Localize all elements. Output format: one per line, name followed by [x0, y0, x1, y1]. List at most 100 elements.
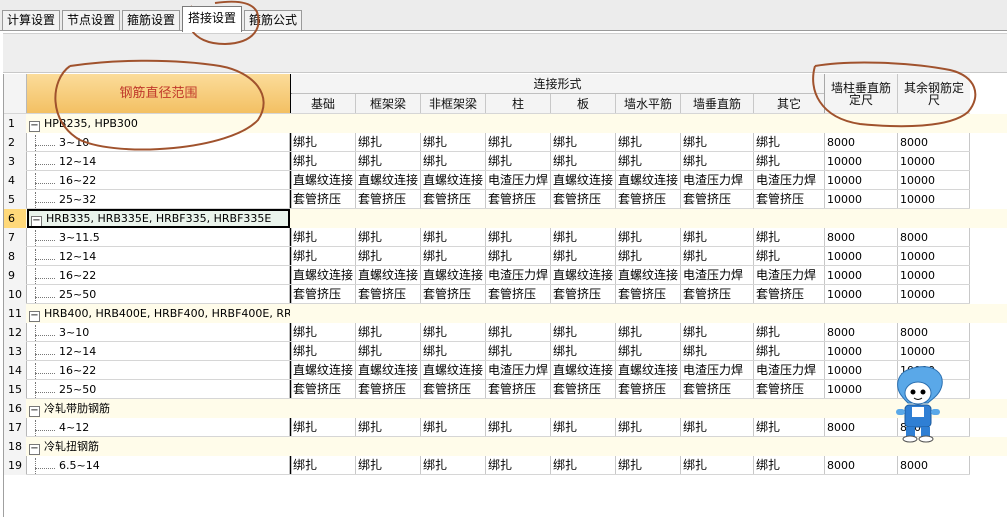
- cell-slab[interactable]: 绑扎: [551, 342, 616, 361]
- cell-other-length[interactable]: 8000: [898, 228, 970, 247]
- row-number[interactable]: 18: [4, 437, 26, 456]
- cell-other[interactable]: 套管挤压: [754, 380, 825, 399]
- cell-wall-horizontal[interactable]: 绑扎: [616, 418, 681, 437]
- cell-wall-length[interactable]: 10000: [825, 342, 898, 361]
- cell-wall-vertical[interactable]: 绑扎: [681, 342, 754, 361]
- cell-column[interactable]: 套管挤压: [486, 285, 551, 304]
- cell-nonframe-beam[interactable]: 绑扎: [421, 228, 486, 247]
- row-number[interactable]: 14: [4, 361, 26, 380]
- row-number[interactable]: 19: [4, 456, 26, 475]
- cell-foundation[interactable]: 绑扎: [291, 247, 356, 266]
- cell-wall-vertical[interactable]: 套管挤压: [681, 190, 754, 209]
- cell-other-length[interactable]: 8000: [898, 418, 970, 437]
- cell-column[interactable]: 电渣压力焊: [486, 266, 551, 285]
- cell-wall-vertical[interactable]: 绑扎: [681, 228, 754, 247]
- cell-column[interactable]: 绑扎: [486, 133, 551, 152]
- row-number[interactable]: 2: [4, 133, 26, 152]
- cell-slab[interactable]: 绑扎: [551, 418, 616, 437]
- cell-other[interactable]: 电渣压力焊: [754, 266, 825, 285]
- tab-node-settings[interactable]: 节点设置: [62, 10, 120, 30]
- cell-wall-length[interactable]: 10000: [825, 247, 898, 266]
- cell-wall-horizontal[interactable]: 绑扎: [616, 323, 681, 342]
- collapse-icon[interactable]: −: [29, 444, 40, 455]
- cell-wall-horizontal[interactable]: 套管挤压: [616, 285, 681, 304]
- cell-wall-length[interactable]: 10000: [825, 380, 898, 399]
- cell-other[interactable]: 套管挤压: [754, 285, 825, 304]
- cell-other[interactable]: 绑扎: [754, 133, 825, 152]
- tree-child-row[interactable]: 16~22: [27, 171, 290, 190]
- cell-other[interactable]: 绑扎: [754, 247, 825, 266]
- cell-wall-length[interactable]: 10000: [825, 190, 898, 209]
- cell-column[interactable]: 套管挤压: [486, 380, 551, 399]
- cell-frame-beam[interactable]: 绑扎: [356, 418, 421, 437]
- tree-child-row[interactable]: 3~10: [27, 323, 290, 342]
- cell-nonframe-beam[interactable]: 绑扎: [421, 152, 486, 171]
- row-number[interactable]: 7: [4, 228, 26, 247]
- row-number[interactable]: 16: [4, 399, 26, 418]
- cell-wall-horizontal[interactable]: 绑扎: [616, 342, 681, 361]
- cell-wall-horizontal[interactable]: 直螺纹连接: [616, 171, 681, 190]
- cell-frame-beam[interactable]: 绑扎: [356, 228, 421, 247]
- cell-nonframe-beam[interactable]: 绑扎: [421, 456, 486, 475]
- tree-group-row[interactable]: − 冷轧扭钢筋: [27, 437, 290, 456]
- row-number[interactable]: 5: [4, 190, 26, 209]
- cell-other-length[interactable]: 10000: [898, 247, 970, 266]
- cell-wall-vertical[interactable]: 电渣压力焊: [681, 171, 754, 190]
- cell-foundation[interactable]: 绑扎: [291, 133, 356, 152]
- cell-foundation[interactable]: 套管挤压: [291, 190, 356, 209]
- column-header-foundation[interactable]: 基础: [291, 94, 355, 113]
- cell-column[interactable]: 绑扎: [486, 323, 551, 342]
- cell-foundation[interactable]: 套管挤压: [291, 380, 356, 399]
- cell-slab[interactable]: 套管挤压: [551, 190, 616, 209]
- cell-foundation[interactable]: 直螺纹连接: [291, 171, 356, 190]
- tree-child-row[interactable]: 12~14: [27, 152, 290, 171]
- tree-child-row[interactable]: 16~22: [27, 266, 290, 285]
- column-header-wall-horizontal[interactable]: 墙水平筋: [616, 94, 680, 113]
- row-number[interactable]: 9: [4, 266, 26, 285]
- cell-column[interactable]: 绑扎: [486, 456, 551, 475]
- column-header-slab[interactable]: 板: [551, 94, 615, 113]
- cell-foundation[interactable]: 直螺纹连接: [291, 266, 356, 285]
- range-column-header[interactable]: 钢筋直径范围: [27, 74, 290, 113]
- cell-wall-horizontal[interactable]: 绑扎: [616, 152, 681, 171]
- cell-wall-horizontal[interactable]: 绑扎: [616, 133, 681, 152]
- cell-column[interactable]: 电渣压力焊: [486, 171, 551, 190]
- cell-frame-beam[interactable]: 套管挤压: [356, 190, 421, 209]
- tree-child-row[interactable]: 6.5~14: [27, 456, 290, 475]
- cell-other-length[interactable]: 8000: [898, 456, 970, 475]
- cell-slab[interactable]: 绑扎: [551, 133, 616, 152]
- cell-other-length[interactable]: 10000: [898, 190, 970, 209]
- cell-other-length[interactable]: 10000: [898, 171, 970, 190]
- row-number[interactable]: 6: [4, 209, 26, 228]
- cell-other[interactable]: 绑扎: [754, 228, 825, 247]
- cell-nonframe-beam[interactable]: 直螺纹连接: [421, 361, 486, 380]
- cell-wall-horizontal[interactable]: 绑扎: [616, 247, 681, 266]
- tree-child-row[interactable]: 25~50: [27, 380, 290, 399]
- cell-foundation[interactable]: 绑扎: [291, 152, 356, 171]
- tab-stirrup-formula[interactable]: 箍筋公式: [244, 10, 302, 30]
- other-length-header[interactable]: 其余钢筋定尺: [898, 74, 970, 113]
- wall-length-header[interactable]: 墙柱垂直筋定尺: [825, 74, 897, 113]
- cell-wall-vertical[interactable]: 绑扎: [681, 133, 754, 152]
- cell-wall-length[interactable]: 10000: [825, 152, 898, 171]
- cell-column[interactable]: 绑扎: [486, 247, 551, 266]
- cell-other-length[interactable]: 8000: [898, 323, 970, 342]
- cell-nonframe-beam[interactable]: 绑扎: [421, 133, 486, 152]
- collapse-icon[interactable]: −: [29, 406, 40, 417]
- cell-slab[interactable]: 绑扎: [551, 247, 616, 266]
- cell-nonframe-beam[interactable]: 套管挤压: [421, 190, 486, 209]
- cell-wall-horizontal[interactable]: 套管挤压: [616, 190, 681, 209]
- row-number[interactable]: 15: [4, 380, 26, 399]
- cell-slab[interactable]: 直螺纹连接: [551, 361, 616, 380]
- cell-foundation[interactable]: 套管挤压: [291, 285, 356, 304]
- cell-wall-length[interactable]: 8000: [825, 228, 898, 247]
- cell-wall-length[interactable]: 8000: [825, 133, 898, 152]
- tree-child-row[interactable]: 12~14: [27, 247, 290, 266]
- cell-other[interactable]: 绑扎: [754, 456, 825, 475]
- cell-frame-beam[interactable]: 绑扎: [356, 323, 421, 342]
- cell-frame-beam[interactable]: 绑扎: [356, 247, 421, 266]
- cell-wall-vertical[interactable]: 绑扎: [681, 152, 754, 171]
- column-header-other[interactable]: 其它: [754, 94, 824, 113]
- row-number[interactable]: 11: [4, 304, 26, 323]
- cell-other-length[interactable]: 10000: [898, 361, 970, 380]
